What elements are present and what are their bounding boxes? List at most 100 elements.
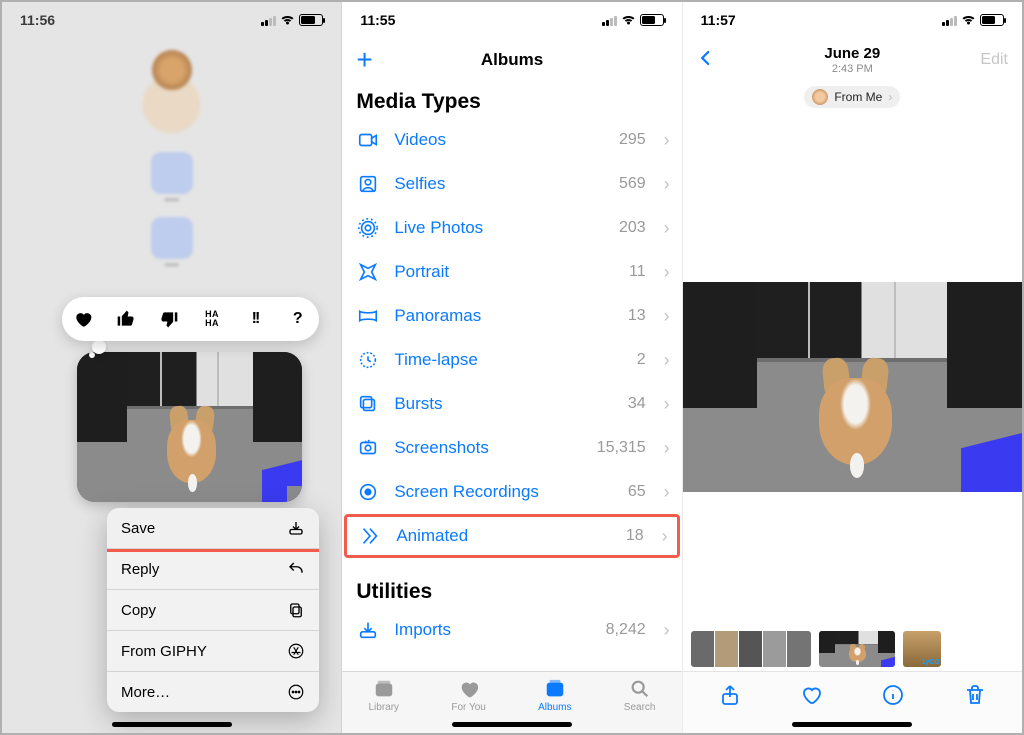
album-row-videos[interactable]: Videos 295 › xyxy=(342,118,681,162)
album-row-count: 295 xyxy=(619,131,646,149)
timelapse-icon xyxy=(356,348,380,372)
cellular-icon xyxy=(942,14,957,26)
album-row-count: 18 xyxy=(626,527,644,545)
wifi-icon xyxy=(280,14,295,26)
album-row-screenshots[interactable]: Screenshots15,315› xyxy=(342,426,681,470)
reply-icon xyxy=(287,560,305,578)
wifi-icon xyxy=(621,14,636,26)
nav-bar: + Albums xyxy=(342,38,681,82)
album-row-animated[interactable]: Animated 18 › xyxy=(344,514,679,558)
album-row-live[interactable]: Live Photos203› xyxy=(342,206,681,250)
tab-albums[interactable]: Albums xyxy=(538,678,571,713)
thumbnail-current[interactable] xyxy=(819,631,895,667)
photo-time: 2:43 PM xyxy=(832,63,873,75)
chevron-right-icon: › xyxy=(664,438,670,459)
tab-search[interactable]: Search xyxy=(624,678,656,713)
album-row-label: Screen Recordings xyxy=(394,482,614,502)
album-row-label: Imports xyxy=(394,620,591,640)
reaction-thumbs-up-icon[interactable] xyxy=(113,306,139,332)
reaction-haha-icon[interactable]: HA HA xyxy=(199,306,225,332)
chevron-right-icon: › xyxy=(888,90,892,104)
albums-icon xyxy=(542,678,568,700)
album-row-pano[interactable]: Panoramas13› xyxy=(342,294,681,338)
album-row-label: Animated xyxy=(396,526,612,546)
chevron-right-icon: › xyxy=(664,482,670,503)
message-image-bubble[interactable] xyxy=(77,352,302,502)
info-button[interactable] xyxy=(880,682,906,708)
album-row-count: 11 xyxy=(629,263,646,281)
chevron-right-icon: › xyxy=(664,620,670,641)
portrait-icon xyxy=(356,260,380,284)
album-row-label: Bursts xyxy=(394,394,614,414)
album-row-count: 203 xyxy=(619,219,646,237)
copy-icon xyxy=(287,601,305,619)
status-bar: 11:56 xyxy=(2,2,341,38)
album-row-count: 8,242 xyxy=(606,621,646,639)
battery-icon xyxy=(640,14,664,26)
album-row-portrait[interactable]: Portrait11› xyxy=(342,250,681,294)
section-header-media-types: Media Types xyxy=(342,82,681,118)
tab-library[interactable]: Library xyxy=(368,678,399,713)
for-you-icon xyxy=(456,678,482,700)
home-indicator[interactable] xyxy=(792,722,912,727)
contact-avatar xyxy=(152,50,192,90)
album-row-bursts[interactable]: Bursts34› xyxy=(342,382,681,426)
tab-for-you[interactable]: For You xyxy=(451,678,485,713)
menu-item-reply[interactable]: Reply xyxy=(107,549,319,590)
menu-item-label: Copy xyxy=(121,602,156,619)
section-header-utilities: Utilities xyxy=(342,572,681,608)
imports-icon xyxy=(356,618,380,642)
menu-item-save[interactable]: Save xyxy=(107,508,319,549)
photo-viewer[interactable] xyxy=(683,282,1022,492)
menu-item-more[interactable]: More… xyxy=(107,672,319,712)
reaction-heart-icon[interactable] xyxy=(70,306,96,332)
menu-item-label: Reply xyxy=(121,561,159,578)
reaction-thumbs-down-icon[interactable] xyxy=(156,306,182,332)
cellular-icon xyxy=(602,14,617,26)
nav-bar: June 29 2:43 PM Edit xyxy=(683,38,1022,82)
trash-button[interactable] xyxy=(962,682,988,708)
album-row-count: 2 xyxy=(637,351,646,369)
album-row-label: Portrait xyxy=(394,262,615,282)
chevron-right-icon: › xyxy=(664,306,670,327)
album-row-label: Panoramas xyxy=(394,306,614,326)
menu-item-from-giphy[interactable]: From GIPHY xyxy=(107,631,319,672)
wifi-icon xyxy=(961,14,976,26)
album-row-label: Videos xyxy=(394,130,605,150)
pano-icon xyxy=(356,304,380,328)
reaction-question-icon[interactable]: ? xyxy=(285,306,311,332)
album-row-timelapse[interactable]: Time-lapse2› xyxy=(342,338,681,382)
status-time: 11:56 xyxy=(20,12,55,28)
home-indicator[interactable] xyxy=(112,722,232,727)
thumbnail-stack[interactable] xyxy=(691,631,811,667)
reaction-exclaim-icon[interactable]: !! xyxy=(242,306,268,332)
battery-icon xyxy=(299,14,323,26)
library-icon xyxy=(371,678,397,700)
menu-item-label: Save xyxy=(121,520,155,537)
cellular-icon xyxy=(261,14,276,26)
search-icon xyxy=(627,678,653,700)
thumbnail-next[interactable]: 1yCO xyxy=(903,631,941,667)
animated-icon xyxy=(358,524,382,548)
chevron-right-icon: › xyxy=(664,130,670,151)
status-bar: 11:55 xyxy=(342,2,681,38)
from-label: From Me xyxy=(834,90,882,104)
phone-albums: 11:55 + Albums Media Types Videos295›Sel… xyxy=(342,2,682,733)
phone-photo-detail: 11:57 June 29 2:43 PM Edit From Me xyxy=(683,2,1022,733)
album-row-selfies[interactable]: Selfies569› xyxy=(342,162,681,206)
home-indicator[interactable] xyxy=(452,722,572,727)
menu-item-copy[interactable]: Copy xyxy=(107,590,319,631)
share-button[interactable] xyxy=(717,682,743,708)
nav-title: Albums xyxy=(342,50,681,70)
chevron-right-icon: › xyxy=(664,394,670,415)
album-row-imports[interactable]: Imports 8,242 › xyxy=(342,608,681,652)
thumbnail-strip[interactable]: 1yCO xyxy=(683,627,1022,671)
album-row-screenrec[interactable]: Screen Recordings65› xyxy=(342,470,681,514)
phone-messages: ▪▪▪▪ ▪▪▪▪ 11:56 HA HA !! xyxy=(2,2,342,733)
chevron-right-icon: › xyxy=(664,174,670,195)
favorite-button[interactable] xyxy=(798,682,824,708)
chevron-right-icon: › xyxy=(662,526,668,547)
from-chip[interactable]: From Me › xyxy=(804,86,900,108)
albums-list[interactable]: Media Types Videos295›Selfies569›Live Ph… xyxy=(342,82,681,671)
chevron-right-icon: › xyxy=(664,350,670,371)
